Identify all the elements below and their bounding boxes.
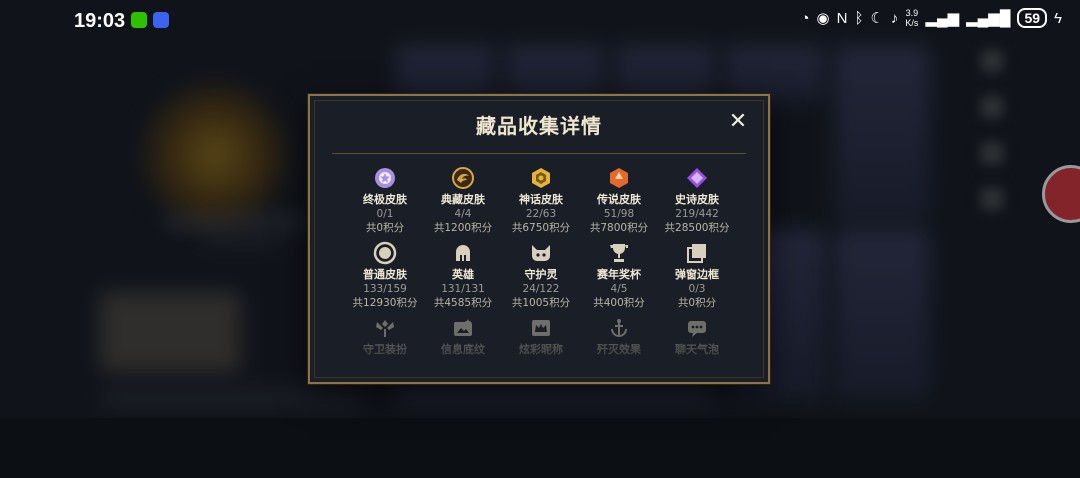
eye-comfort-icon: ◉ <box>816 10 830 27</box>
collection-row: 普通皮肤 133/159 共12930积分 英雄 131/131 共4585积分 守护灵 24… <box>348 241 734 310</box>
crown-icon <box>529 316 553 340</box>
collection-item-count: 131/131 <box>441 283 485 295</box>
collection-item-count: 0/1 <box>376 208 394 220</box>
collection-item[interactable]: 聊天气泡 <box>660 316 734 357</box>
collection-item-name: 守护灵 <box>524 268 558 281</box>
signal-icon-2: ▂▄▆█ <box>966 10 1011 27</box>
legendary-skin-icon <box>607 166 631 190</box>
collection-item-name: 史诗皮肤 <box>675 193 719 206</box>
collection-item-count: 22/63 <box>525 208 557 220</box>
collection-row: 终极皮肤 0/1 共0积分 典藏皮肤 4/4 共1200积分 神话皮肤 22/63 共6750积… <box>348 166 734 235</box>
collection-item[interactable]: 炫彩昵称 <box>504 316 578 357</box>
collection-item-points: 共0积分 <box>677 297 717 309</box>
emblem-icon <box>451 316 475 340</box>
battery-level: 59 <box>1017 8 1048 28</box>
collection-item[interactable]: 神话皮肤 22/63 共6750积分 <box>504 166 578 235</box>
collection-row: 守卫装扮 信息底纹 炫彩昵称 歼灭效果 聊天气泡 <box>348 316 734 357</box>
collection-item[interactable]: 歼灭效果 <box>582 316 656 357</box>
ultimate-skin-icon <box>373 166 397 190</box>
collection-item-points: 共6750积分 <box>511 222 571 234</box>
collection-item-count: 0/3 <box>688 283 706 295</box>
data-saver-icon: ◔ <box>800 9 810 27</box>
collection-item-name: 英雄 <box>452 268 474 281</box>
collection-item-points: 共1200积分 <box>433 222 493 234</box>
signal-icon: ▂▄▆ <box>925 10 960 27</box>
collection-item[interactable]: 典藏皮肤 4/4 共1200积分 <box>426 166 500 235</box>
common-skin-icon <box>373 241 397 265</box>
mute-icon: ♪ <box>890 9 899 27</box>
collection-item-points: 共4585积分 <box>433 297 493 309</box>
mythic-skin-icon <box>529 166 553 190</box>
collection-item-name: 炫彩昵称 <box>519 343 563 356</box>
guardian-icon <box>529 241 553 265</box>
nfc-icon: N <box>836 9 848 27</box>
collection-item-points: 共0积分 <box>365 222 405 234</box>
collection-item[interactable]: 赛年奖杯 4/5 共400积分 <box>582 241 656 310</box>
collection-grid: 终极皮肤 0/1 共0积分 典藏皮肤 4/4 共1200积分 神话皮肤 22/63 共6750积… <box>348 166 734 357</box>
network-speed-value: 3.9 <box>905 8 919 18</box>
ward-icon <box>373 316 397 340</box>
collector-skin-icon <box>451 166 475 190</box>
collection-item-points: 共28500积分 <box>664 222 730 234</box>
status-bar: 19:03 ◔ ◉ N ᛒ ☾ ♪ 3.9 K/s ▂▄▆ ▂▄▆█ 59 ϟ <box>0 0 1080 44</box>
hero-helmet-icon <box>451 241 475 265</box>
collection-item-count: 4/4 <box>454 208 472 220</box>
collection-item[interactable]: 守卫装扮 <box>348 316 422 357</box>
network-speed-unit: K/s <box>905 18 919 28</box>
collection-item-count: 4/5 <box>610 283 628 295</box>
collection-item[interactable]: 传说皮肤 51/98 共7800积分 <box>582 166 656 235</box>
collection-item-points: 共12930积分 <box>352 297 418 309</box>
anchor-icon <box>607 316 631 340</box>
wechat-icon <box>131 12 147 28</box>
trophy-icon <box>607 241 631 265</box>
collection-item[interactable]: 终极皮肤 0/1 共0积分 <box>348 166 422 235</box>
collection-item-count: 219/442 <box>675 208 719 220</box>
collection-item-name: 传说皮肤 <box>597 193 641 206</box>
bluetooth-icon: ᛒ <box>854 9 864 27</box>
network-speed: 3.9 K/s <box>905 8 918 28</box>
collection-item-points: 共400积分 <box>593 297 645 309</box>
collection-details-modal: 藏品收集详情 ✕ 终极皮肤 0/1 共0积分 典藏皮肤 4/4 共1200积分 神话皮肤 22… <box>308 94 770 384</box>
collection-item[interactable]: 弹窗边框 0/3 共0积分 <box>660 241 734 310</box>
collection-item-name: 普通皮肤 <box>363 268 407 281</box>
collection-item-name: 典藏皮肤 <box>441 193 485 206</box>
collection-item[interactable]: 普通皮肤 133/159 共12930积分 <box>348 241 422 310</box>
collection-item[interactable]: 信息底纹 <box>426 316 500 357</box>
status-time: 19:03 <box>74 10 126 32</box>
collection-item[interactable]: 守护灵 24/122 共1005积分 <box>504 241 578 310</box>
collection-item-name: 聊天气泡 <box>675 343 719 356</box>
collection-item-points: 共1005积分 <box>511 297 571 309</box>
collection-item-count: 51/98 <box>603 208 635 220</box>
collection-item-name: 赛年奖杯 <box>597 268 641 281</box>
collection-item-name: 守卫装扮 <box>363 343 407 356</box>
collection-item-name: 信息底纹 <box>441 343 485 356</box>
collection-item-count: 133/159 <box>363 283 407 295</box>
epic-skin-icon <box>685 166 709 190</box>
collection-item-name: 神话皮肤 <box>519 193 563 206</box>
collection-item-name: 终极皮肤 <box>363 193 407 206</box>
charging-icon: ϟ <box>1054 9 1062 27</box>
modal-title: 藏品收集详情 <box>476 114 602 138</box>
chat-bubble-icon <box>685 316 709 340</box>
collection-item[interactable]: 史诗皮肤 219/442 共28500积分 <box>660 166 734 235</box>
collection-item-name: 歼灭效果 <box>597 343 641 356</box>
title-divider <box>332 153 746 154</box>
close-button[interactable]: ✕ <box>726 110 750 134</box>
frame-icon <box>685 241 709 265</box>
collection-item-name: 弹窗边框 <box>675 268 719 281</box>
collection-item-points: 共7800积分 <box>589 222 649 234</box>
do-not-disturb-icon: ☾ <box>870 10 884 27</box>
collection-item-count: 24/122 <box>522 283 560 295</box>
collection-item[interactable]: 英雄 131/131 共4585积分 <box>426 241 500 310</box>
app-notification-icon <box>153 12 169 28</box>
